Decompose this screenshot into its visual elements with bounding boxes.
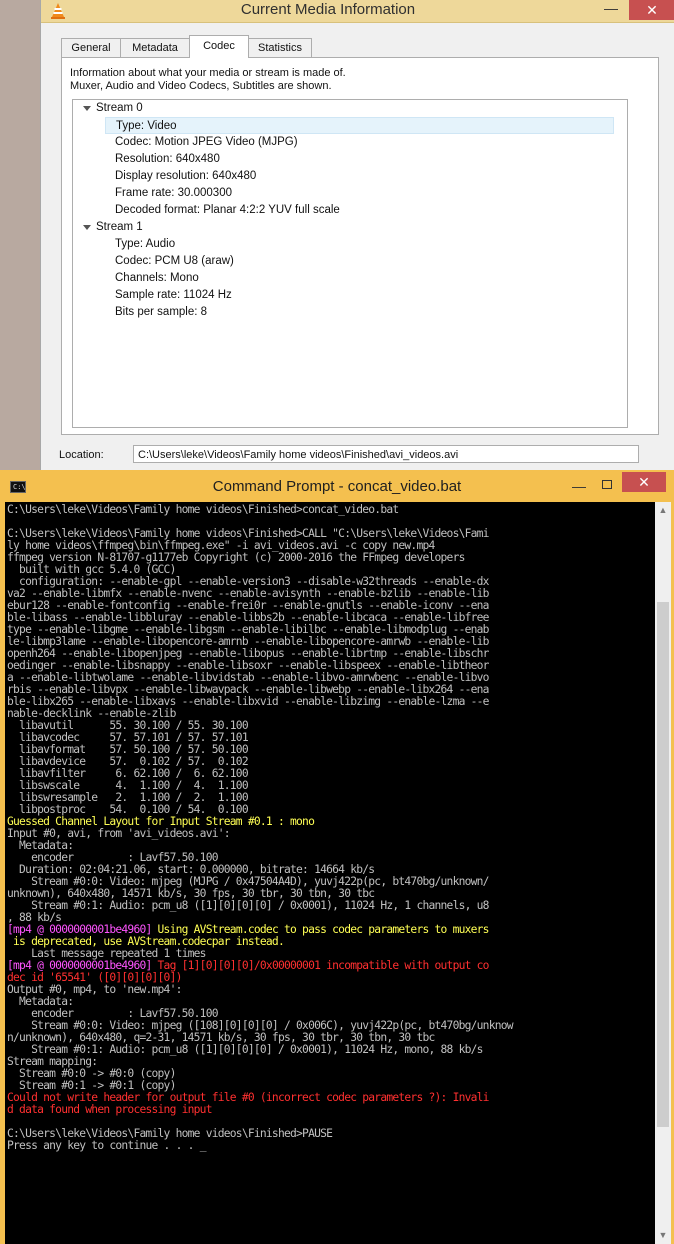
minimize-button[interactable]: — <box>572 478 586 494</box>
codec-panel: Information about what your media or str… <box>61 57 659 435</box>
minimize-button[interactable]: — <box>597 0 625 20</box>
stream-label: Stream 0 <box>96 102 143 114</box>
maximize-button[interactable] <box>602 480 612 489</box>
description-line: Muxer, Audio and Video Codecs, Subtitles… <box>70 80 332 92</box>
media-info-titlebar[interactable]: Current Media Information — ✕ <box>41 0 674 23</box>
console-line: d data found when processing input <box>7 1103 213 1116</box>
console-line: Press any key to continue . . . _ <box>7 1139 207 1152</box>
tree-item[interactable]: Display resolution: 640x480 <box>115 168 256 185</box>
tab-general[interactable]: General <box>61 38 121 57</box>
tree-item[interactable]: Resolution: 640x480 <box>115 151 220 168</box>
console-line: Stream #0:1: Audio: pcm_u8 ([1][0][0][0]… <box>7 1043 483 1056</box>
console-line: C:\Users\leke\Videos\Family home videos\… <box>7 503 399 516</box>
tree-item[interactable]: Codec: PCM U8 (araw) <box>115 253 234 270</box>
command-prompt-window: C:\ Command Prompt - concat_video.bat — … <box>0 470 674 1244</box>
tree-item[interactable]: Type: Video <box>105 117 614 134</box>
scroll-thumb[interactable] <box>657 602 669 1127</box>
text-cursor: _ <box>199 1139 207 1152</box>
location-label: Location: <box>59 449 104 461</box>
expand-arrow-icon[interactable] <box>83 106 91 111</box>
description-line: Information about what your media or str… <box>70 67 346 79</box>
tree-item[interactable]: Frame rate: 30.000300 <box>115 185 232 202</box>
location-field[interactable]: C:\Users\leke\Videos\Family home videos\… <box>133 445 639 463</box>
close-button[interactable]: ✕ <box>629 0 674 20</box>
tree-item[interactable]: Channels: Mono <box>115 270 199 287</box>
console-line: Stream #0:1: Audio: pcm_u8 ([1][0][0][0]… <box>7 899 489 912</box>
tab-statistics[interactable]: Statistics <box>248 38 312 57</box>
tree-item[interactable]: Sample rate: 11024 Hz <box>115 287 232 304</box>
tree-node-stream-0[interactable]: Stream 0 <box>83 100 143 117</box>
scroll-down-arrow-icon[interactable]: ▼ <box>655 1227 671 1244</box>
console-line: Output #0, mp4, to 'new.mp4': <box>7 983 182 996</box>
tab-metadata[interactable]: Metadata <box>120 38 190 57</box>
vertical-scrollbar[interactable]: ▲ ▼ <box>655 502 671 1244</box>
log-message: Tag [1][0][0][0]/0x00000001 incompatible… <box>151 959 490 972</box>
expand-arrow-icon[interactable] <box>83 225 91 230</box>
tree-item[interactable]: Codec: Motion JPEG Video (MJPG) <box>115 134 298 151</box>
codec-tree[interactable]: Stream 0 Type: Video Codec: Motion JPEG … <box>72 99 628 428</box>
console-line: Input #0, avi, from 'avi_videos.avi': <box>7 827 231 840</box>
codec-description: Information about what your media or str… <box>70 67 346 93</box>
console-output[interactable]: C:\Users\leke\Videos\Family home videos\… <box>5 502 655 1244</box>
close-button[interactable]: ✕ <box>622 472 666 492</box>
tree-item[interactable]: Decoded format: Planar 4:2:2 YUV full sc… <box>115 202 340 219</box>
scroll-up-arrow-icon[interactable]: ▲ <box>655 502 671 519</box>
media-info-window: Current Media Information — ✕ General Me… <box>40 0 674 470</box>
window-title: Current Media Information <box>240 1 416 18</box>
cmd-titlebar[interactable]: C:\ Command Prompt - concat_video.bat — … <box>0 470 674 502</box>
tree-node-stream-1[interactable]: Stream 1 <box>83 219 143 236</box>
console-text: C:\Users\leke\Videos\Family home videos\… <box>5 502 655 1152</box>
stream-label: Stream 1 <box>96 221 143 233</box>
tab-codec[interactable]: Codec <box>189 35 249 58</box>
tree-item[interactable]: Bits per sample: 8 <box>115 304 207 321</box>
tree-item[interactable]: Type: Audio <box>115 236 175 253</box>
